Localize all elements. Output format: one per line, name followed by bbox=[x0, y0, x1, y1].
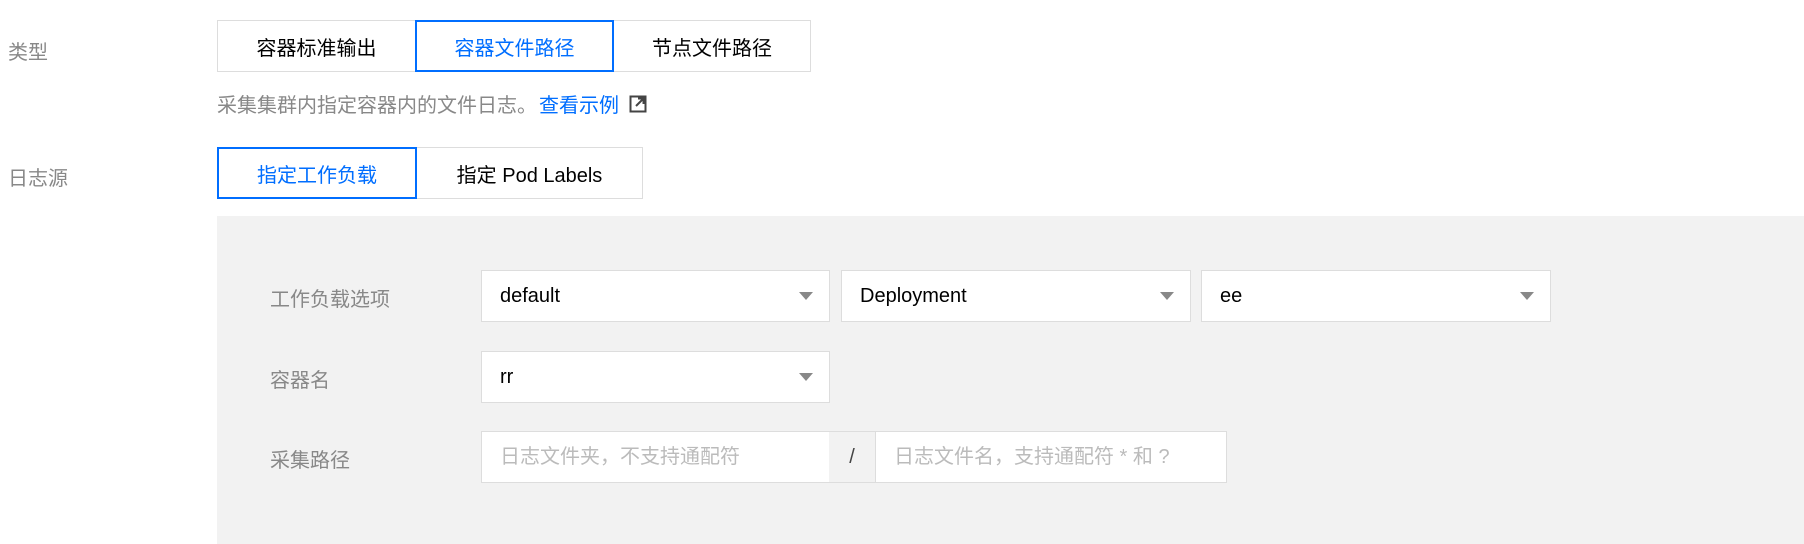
source-option-workload[interactable]: 指定工作负载 bbox=[217, 147, 417, 199]
chevron-down-icon bbox=[1520, 292, 1534, 300]
path-separator: / bbox=[829, 431, 875, 483]
chevron-down-icon bbox=[799, 292, 813, 300]
log-folder-input[interactable] bbox=[481, 431, 830, 483]
view-example-link[interactable]: 查看示例 bbox=[539, 89, 619, 118]
workload-config-panel bbox=[217, 216, 1804, 544]
chevron-down-icon bbox=[1160, 292, 1174, 300]
namespace-select[interactable]: default bbox=[481, 270, 830, 322]
log-file-name-input[interactable] bbox=[875, 431, 1227, 483]
type-option-node-file-path[interactable]: 节点文件路径 bbox=[613, 20, 811, 72]
chevron-down-icon bbox=[799, 373, 813, 381]
source-option-pod-labels[interactable]: 指定 Pod Labels bbox=[416, 147, 643, 199]
type-option-container-file-path[interactable]: 容器文件路径 bbox=[415, 20, 614, 72]
namespace-select-value: default bbox=[500, 284, 561, 307]
workload-kind-select[interactable]: Deployment bbox=[841, 270, 1191, 322]
type-segmented-control: 容器标准输出 容器文件路径 节点文件路径 bbox=[217, 20, 811, 72]
container-name-select[interactable]: rr bbox=[481, 351, 830, 403]
workload-name-select[interactable]: ee bbox=[1201, 270, 1551, 322]
type-description-text: 采集集群内指定容器内的文件日志。 bbox=[217, 95, 537, 117]
workload-options-label: 工作负载选项 bbox=[270, 289, 390, 311]
external-link-icon[interactable] bbox=[629, 95, 647, 113]
workload-name-select-value: ee bbox=[1220, 284, 1243, 307]
workload-kind-select-value: Deployment bbox=[860, 284, 967, 307]
type-description: 采集集群内指定容器内的文件日志。 查看示例 bbox=[217, 89, 647, 118]
type-label: 类型 bbox=[8, 42, 48, 64]
type-option-container-stdout[interactable]: 容器标准输出 bbox=[217, 20, 416, 72]
container-name-label: 容器名 bbox=[270, 370, 330, 392]
collection-path-label: 采集路径 bbox=[270, 450, 350, 472]
log-source-label: 日志源 bbox=[8, 168, 68, 190]
log-source-segmented-control: 指定工作负载 指定 Pod Labels bbox=[217, 147, 643, 199]
container-name-select-value: rr bbox=[500, 365, 514, 388]
